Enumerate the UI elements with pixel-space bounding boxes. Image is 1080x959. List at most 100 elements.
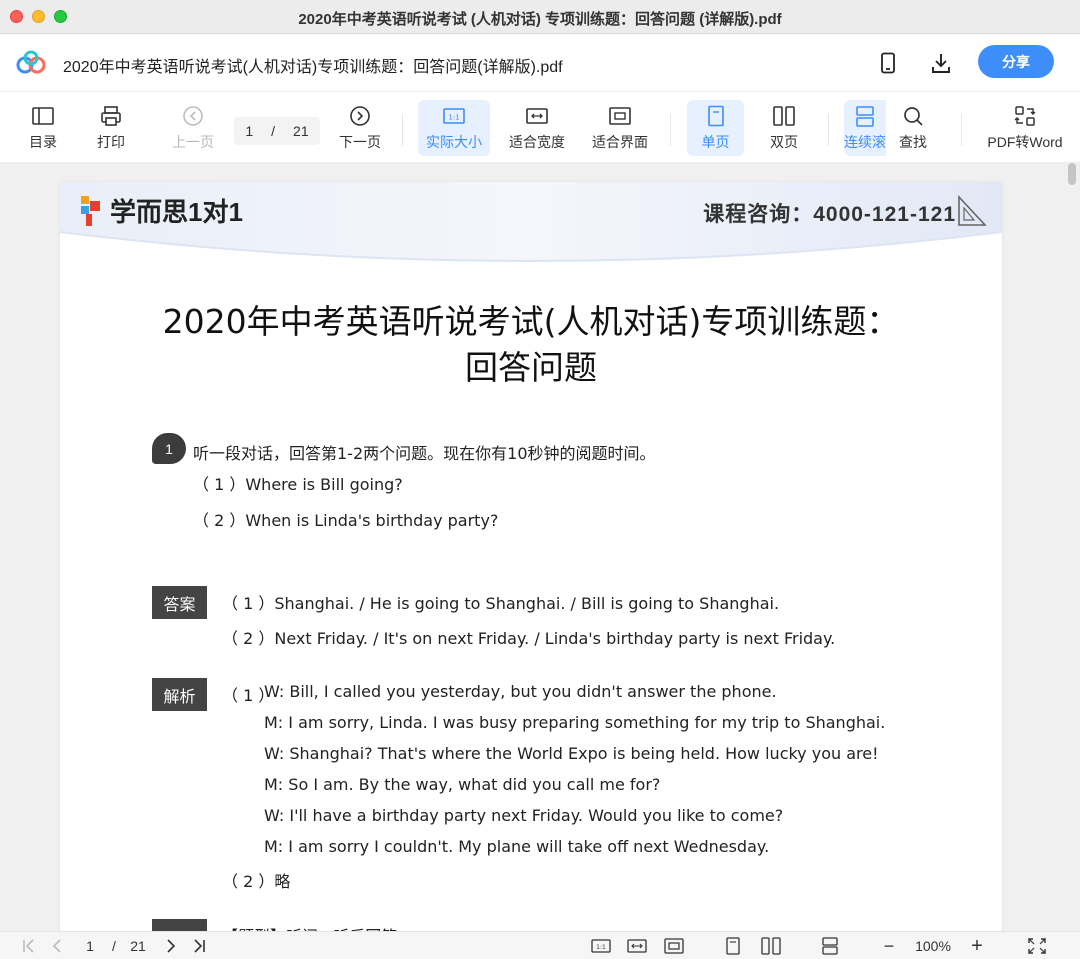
continuous-scroll-icon [822, 937, 838, 955]
convert-icon [1014, 105, 1036, 126]
question-prompt: 听一段对话，回答第1-2两个问题。现在你有10秒钟的阅题时间。 [193, 444, 656, 463]
toc-button[interactable]: 目录 [20, 100, 66, 156]
next-page-small-button[interactable] [160, 935, 182, 957]
continuous-scroll-button[interactable]: 连续滚 [844, 100, 886, 156]
fit-width-icon [526, 107, 548, 124]
toolbar-divider [402, 114, 403, 146]
toolbar: 目录 打印 上一页 1 / 21 下一页 1:1 实际大小 适合宽度 适合界面 … [0, 92, 1080, 163]
first-page-button[interactable] [18, 935, 40, 957]
fit-width-icon [627, 939, 647, 953]
cutoff-tag [152, 919, 207, 931]
single-page-label: 单页 [701, 133, 730, 150]
last-page-icon [194, 939, 205, 953]
ruler-triangle-icon [958, 194, 987, 226]
app-logo-icon [16, 50, 46, 74]
zoom-level[interactable]: 100% [910, 935, 956, 957]
status-continuous-button[interactable] [819, 935, 841, 957]
page-separator: / [271, 123, 276, 139]
answer-tag: 答案 [152, 586, 207, 619]
double-page-label: 双页 [770, 133, 798, 150]
question-number-badge: 1 [152, 433, 186, 464]
hotline-text: 课程咨询：4000-121-121 [703, 203, 956, 226]
status-double-page-button[interactable] [760, 935, 782, 957]
document-heading-line1: 2020年中考英语听说考试(人机对话)专项训练题： [162, 302, 900, 341]
status-bar: 1 / 21 1:1 − 100% + [0, 931, 1080, 959]
next-page-button[interactable]: 下一页 [334, 100, 386, 156]
print-label: 打印 [97, 133, 125, 150]
dialogue-line: W: I'll have a birthday party next Frida… [264, 806, 784, 825]
download-button[interactable] [928, 50, 954, 76]
share-button[interactable]: 分享 [978, 45, 1054, 78]
last-page-button[interactable] [188, 935, 210, 957]
document-viewer[interactable]: 学而思1对1 课程咨询：4000-121-121 2020年中考英语听说考试(人… [0, 163, 1080, 931]
dialogue-line: M: I am sorry I couldn't. My plane will … [264, 837, 770, 856]
svg-text:1:1: 1:1 [448, 113, 459, 121]
brand-name: 学而思1对1 [110, 197, 243, 227]
app-header: 2020年中考英语听说考试(人机对话)专项训练题：回答问题(详解版).pdf 分… [0, 34, 1080, 92]
document-title: 2020年中考英语听说考试(人机对话)专项训练题：回答问题(详解版).pdf [63, 59, 563, 76]
phone-button[interactable] [875, 50, 901, 76]
zoom-out-button[interactable]: − [878, 935, 900, 957]
cutoff-line: 【题型】听问 · 听后回答 [222, 923, 397, 931]
download-icon [932, 54, 950, 73]
chevron-left-circle-icon [183, 105, 203, 126]
status-page-separator: / [112, 938, 116, 954]
page-header-banner: 学而思1对1 课程咨询：4000-121-121 [60, 182, 1002, 272]
search-icon [904, 106, 923, 126]
toolbar-divider [961, 114, 962, 146]
actual-size-icon: 1:1 [591, 939, 611, 953]
prev-page-small-button[interactable] [46, 935, 68, 957]
zoom-in-button[interactable]: + [966, 935, 988, 957]
toolbar-divider [828, 114, 829, 146]
answer-line: （ 1 ）Shanghai. / He is going to Shanghai… [222, 594, 780, 613]
double-page-button[interactable]: 双页 [757, 100, 811, 156]
actual-size-icon: 1:1 [443, 107, 465, 124]
window-titlebar: 2020年中考英语听说考试 (人机对话) 专项训练题：回答问题 (详解版).pd… [0, 0, 1080, 34]
question-item: （ 1 ）Where is Bill going? [193, 475, 403, 494]
scrollbar-thumb[interactable] [1068, 163, 1076, 185]
search-label: 查找 [899, 133, 927, 150]
first-page-icon [23, 939, 34, 953]
actual-size-button[interactable]: 1:1 实际大小 [418, 100, 490, 156]
status-page-total: 21 [130, 938, 146, 954]
fit-page-button[interactable]: 适合界面 [586, 100, 654, 156]
toc-label: 目录 [29, 133, 57, 150]
fit-page-icon [609, 106, 631, 125]
fit-width-button[interactable]: 适合宽度 [502, 100, 572, 156]
page-current: 1 [245, 123, 254, 139]
dialogue-line: M: I am sorry, Linda. I was busy prepari… [264, 713, 886, 732]
status-single-page-button[interactable] [722, 935, 744, 957]
page-indicator[interactable]: 1 / 21 [234, 117, 320, 145]
continuous-scroll-icon [856, 105, 874, 127]
print-button[interactable]: 打印 [88, 100, 134, 156]
analysis-line-2: （ 2 ）略 [222, 872, 291, 891]
chevron-left-icon [52, 939, 61, 953]
status-page-current[interactable]: 1 [80, 935, 100, 957]
search-button[interactable]: 查找 [888, 100, 938, 156]
prev-page-button[interactable]: 上一页 [166, 100, 220, 156]
fit-page-icon [664, 938, 684, 954]
continuous-scroll-label: 连续滚 [844, 133, 886, 150]
answer-line: （ 2 ）Next Friday. / It's on next Friday.… [222, 629, 836, 648]
chevron-right-icon [167, 939, 176, 953]
status-fit-page-button[interactable] [663, 935, 685, 957]
status-fit-width-button[interactable] [626, 935, 648, 957]
analysis-tag: 解析 [152, 678, 207, 711]
double-page-icon [761, 937, 781, 955]
actual-size-label: 实际大小 [426, 133, 482, 150]
brand-mark-icon [81, 195, 100, 226]
printer-icon [101, 105, 121, 126]
page-total: 21 [293, 123, 309, 139]
svg-text:1:1: 1:1 [596, 944, 606, 951]
status-actual-size-button[interactable]: 1:1 [590, 935, 612, 957]
next-page-label: 下一页 [339, 133, 381, 150]
window-title: 2020年中考英语听说考试 (人机对话) 专项训练题：回答问题 (详解版).pd… [298, 11, 782, 28]
pdf-to-word-button[interactable]: PDF转Word [982, 100, 1068, 156]
toolbar-divider [670, 114, 671, 146]
fullscreen-button[interactable] [1026, 935, 1048, 957]
dialogue-line: M: So I am. By the way, what did you cal… [264, 775, 661, 794]
phone-icon [881, 52, 895, 74]
document-heading-line2: 回答问题 [465, 348, 597, 387]
single-page-button[interactable]: 单页 [687, 100, 744, 156]
vertical-scrollbar[interactable] [1067, 163, 1077, 931]
